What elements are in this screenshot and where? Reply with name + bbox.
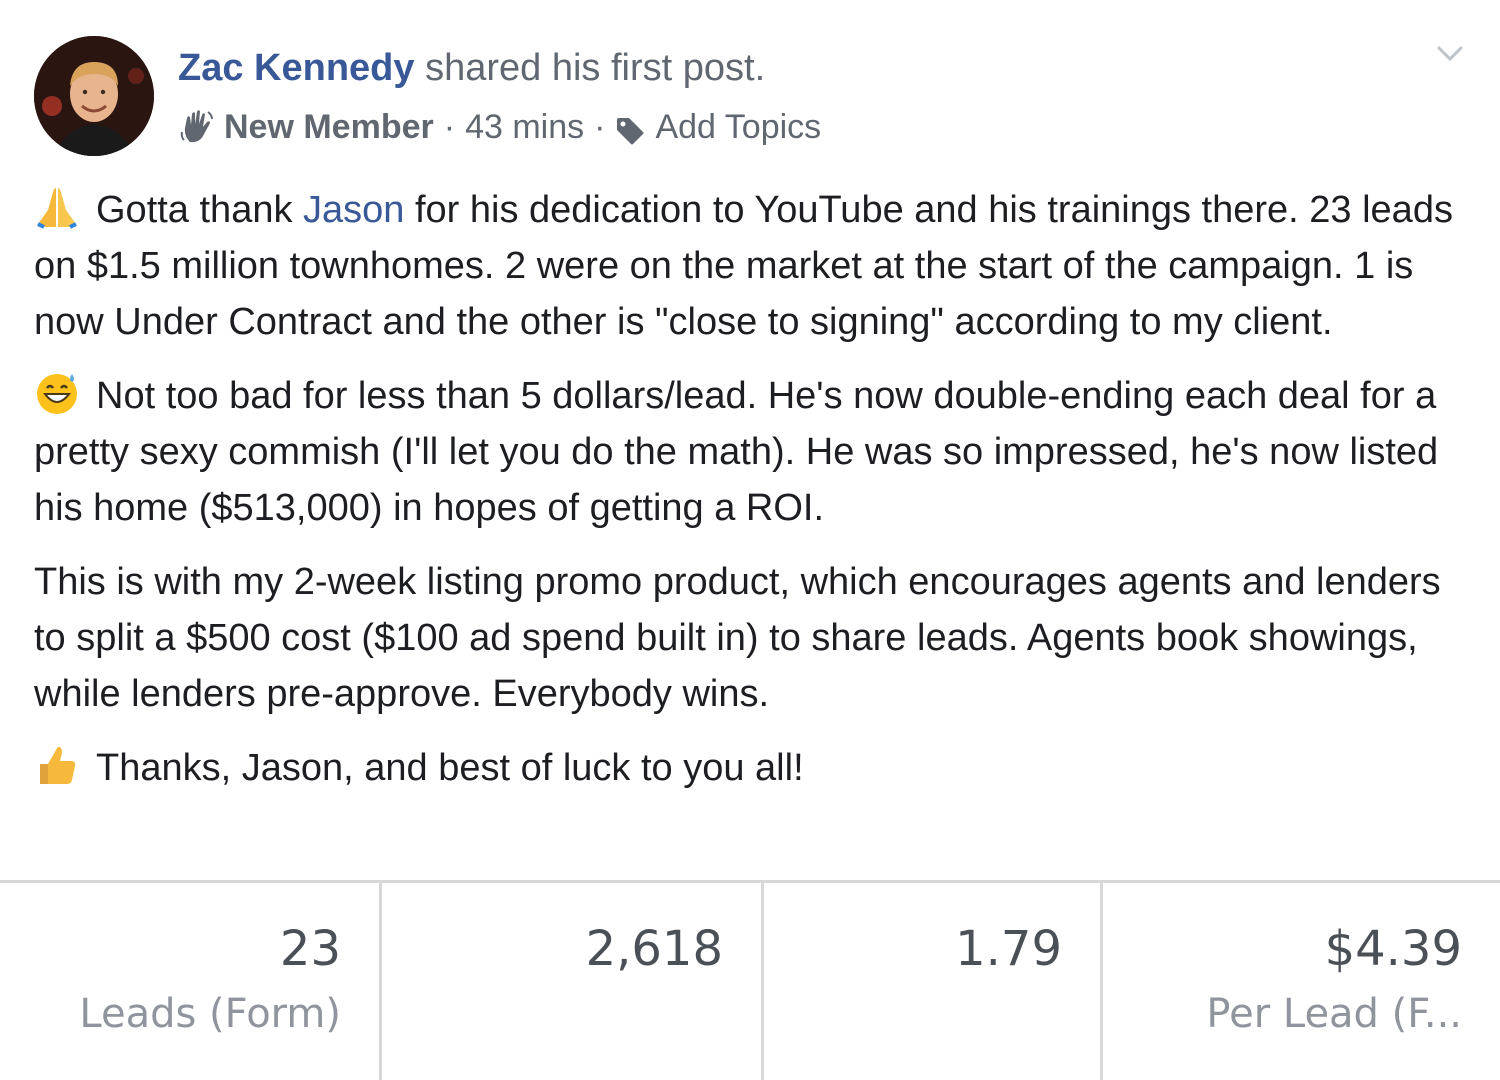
paragraph-text: Thanks, Jason, and best of luck to you a… bbox=[96, 747, 804, 789]
stat-label: Per Lead (F... bbox=[1206, 991, 1462, 1037]
post-action-text: shared his first post. bbox=[425, 47, 766, 89]
post-paragraph: Thanks, Jason, and best of luck to you a… bbox=[34, 740, 1464, 796]
feed-post: Zac Kennedy shared his first post. New M… bbox=[0, 0, 1500, 1080]
mention-link[interactable]: Jason bbox=[303, 189, 404, 231]
stat-column: 23 Leads (Form) bbox=[0, 883, 382, 1080]
post-meta: New Member · 43 mins · Add Topics bbox=[178, 104, 821, 150]
stat-column: 2,618 bbox=[382, 883, 764, 1080]
stat-value: 1.79 bbox=[955, 921, 1062, 977]
post-paragraph: This is with my 2-week listing promo pro… bbox=[34, 561, 1441, 715]
stat-value: $4.39 bbox=[1324, 921, 1462, 977]
post-header: Zac Kennedy shared his first post. bbox=[178, 44, 765, 92]
folded-hands-emoji bbox=[34, 184, 80, 230]
paragraph-text: Not too bad for less than 5 dollars/lead… bbox=[34, 375, 1439, 529]
thumbs-up-emoji bbox=[34, 742, 80, 788]
post-timestamp[interactable]: 43 mins bbox=[465, 104, 584, 150]
post-paragraph: Gotta thank Jason for his dedication to … bbox=[34, 182, 1464, 350]
author-name[interactable]: Zac Kennedy bbox=[178, 47, 415, 89]
chevron-down-icon[interactable] bbox=[1436, 44, 1464, 64]
post-body: Gotta thank Jason for his dedication to … bbox=[34, 182, 1464, 814]
separator: · bbox=[594, 108, 606, 146]
separator: · bbox=[443, 108, 456, 146]
member-badge[interactable]: New Member bbox=[224, 104, 434, 150]
post-paragraph: Not too bad for less than 5 dollars/lead… bbox=[34, 368, 1464, 536]
waving-hand-icon bbox=[178, 108, 216, 146]
stat-column: $4.39 Per Lead (F... bbox=[1103, 883, 1500, 1080]
add-topics-link[interactable]: Add Topics bbox=[655, 104, 821, 150]
tag-icon bbox=[615, 112, 645, 145]
ad-stats-table: 23 Leads (Form) 2,618 1.79 $4.39 Per Lea… bbox=[0, 880, 1500, 1080]
grinning-sweat-emoji bbox=[34, 370, 80, 416]
paragraph-text: Gotta thank bbox=[96, 189, 304, 231]
stat-column: 1.79 bbox=[764, 883, 1103, 1080]
stat-value: 23 bbox=[279, 921, 341, 977]
stat-value: 2,618 bbox=[585, 921, 723, 977]
avatar[interactable] bbox=[34, 36, 154, 156]
stat-label: Leads (Form) bbox=[79, 991, 341, 1037]
